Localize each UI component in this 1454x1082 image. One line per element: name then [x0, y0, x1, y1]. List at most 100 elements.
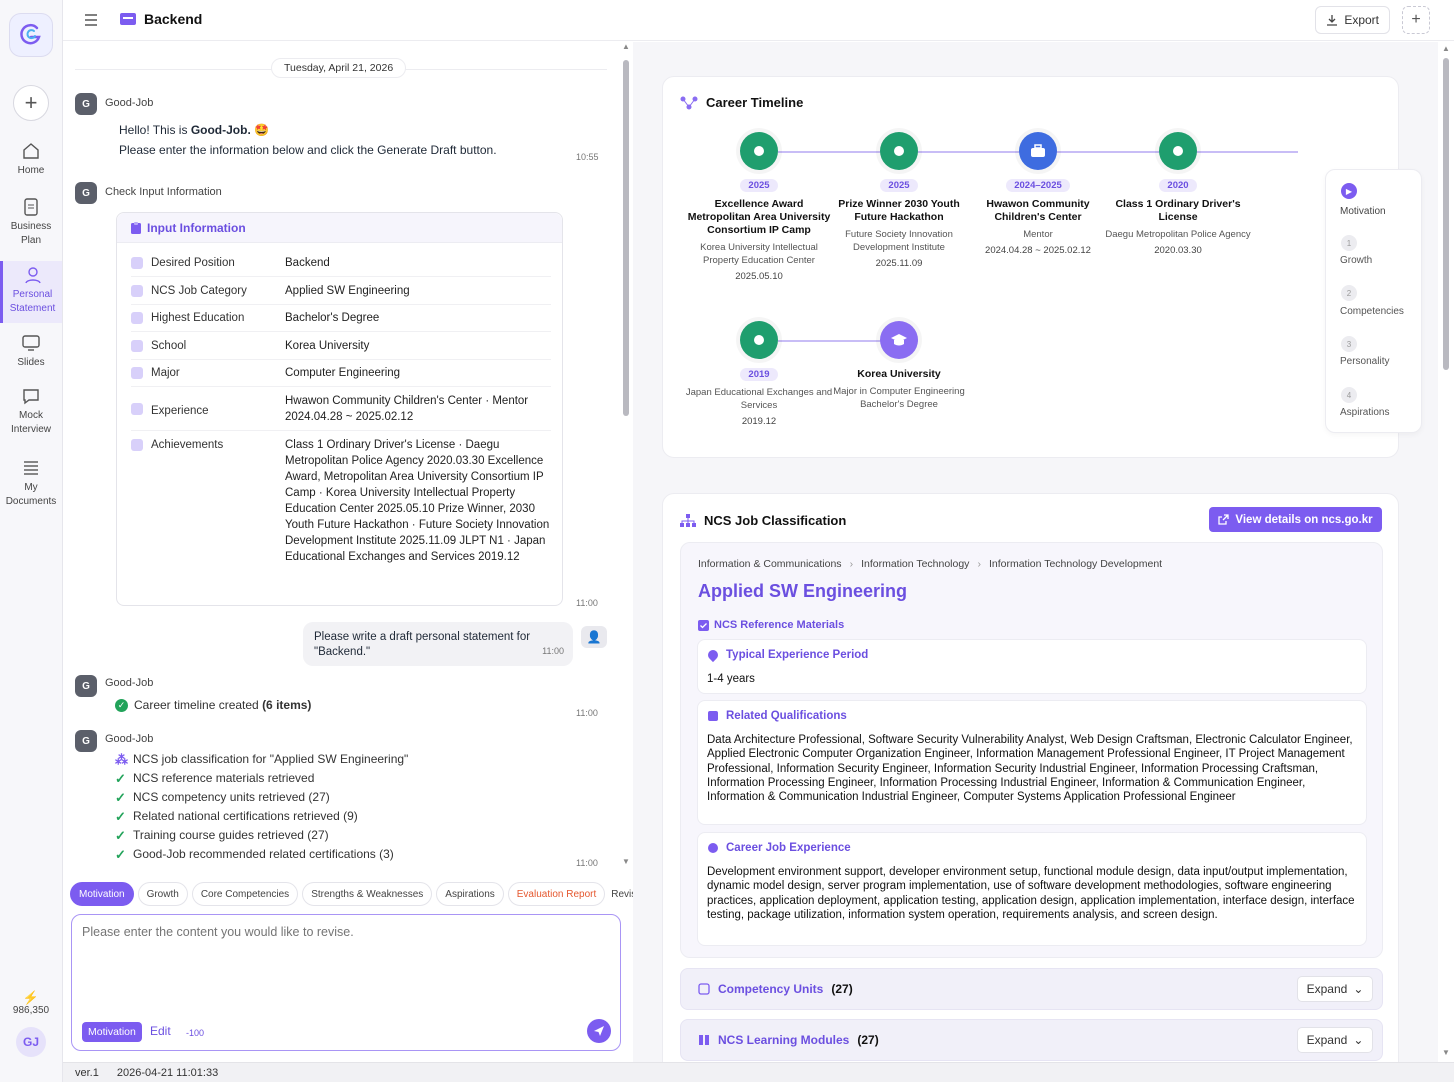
- book-icon: [131, 367, 143, 379]
- tab-core-competencies[interactable]: Core Competencies: [191, 882, 299, 906]
- award-icon: [880, 132, 918, 170]
- message-time: 10:55: [576, 152, 599, 162]
- message-time: 11:00: [576, 858, 598, 868]
- sidebar-item-business-plan[interactable]: Business Plan: [0, 197, 62, 248]
- bot-avatar: G: [75, 730, 97, 752]
- expand-button[interactable]: Expand ⌄: [1297, 1027, 1373, 1053]
- right-scrollbar[interactable]: ▲ ▼: [1438, 42, 1454, 1062]
- section-stepper: ▶ Motivation 1 Growth 2 Competencies 3 P…: [1325, 169, 1422, 433]
- chat-panel: Tuesday, April 21, 2026 G Good-Job Hello…: [63, 42, 632, 872]
- revision-input[interactable]: [82, 925, 602, 995]
- sidebar-item-label: Mock Interview: [10, 410, 51, 435]
- tab-growth[interactable]: Growth: [137, 882, 188, 906]
- chevron-down-icon: ⌄: [1353, 1033, 1364, 1047]
- check-item: ✓ Training course guides retrieved (27): [115, 828, 329, 843]
- experience-icon: [131, 403, 143, 415]
- network-icon: [680, 96, 698, 109]
- timeline-node[interactable]: Korea University Major in Computer Engin…: [824, 321, 974, 411]
- chat-scrollbar[interactable]: ▲ ▼: [620, 42, 632, 872]
- sidebar-item-my-documents[interactable]: My Documents: [0, 458, 62, 509]
- sender-name: Good-Job: [105, 733, 154, 745]
- step-competencies[interactable]: Competencies: [1340, 306, 1404, 317]
- timeline-node[interactable]: 2024–2025 Hwawon Community Children's Ce…: [963, 132, 1113, 256]
- send-button[interactable]: [587, 1019, 611, 1043]
- add-button[interactable]: +: [1402, 6, 1430, 34]
- sidebar-item-home[interactable]: Home: [0, 141, 62, 178]
- timeline-node[interactable]: 2019 Japan Educational Exchanges and Ser…: [684, 321, 834, 427]
- job-title: Applied SW Engineering: [698, 581, 908, 601]
- check-item: ⁂ NCS job classification for "Applied SW …: [115, 752, 409, 767]
- send-icon: [594, 1026, 604, 1036]
- menu-icon[interactable]: [83, 12, 99, 28]
- edit-mode-label[interactable]: Edit: [150, 1024, 171, 1038]
- expand-button[interactable]: Expand ⌄: [1297, 976, 1373, 1002]
- step-motivation[interactable]: Motivation: [1340, 206, 1386, 217]
- right-panel: Career Timeline 2025 Excellence Award Me…: [633, 42, 1439, 1062]
- step-growth[interactable]: Growth: [1340, 255, 1372, 266]
- field-row: Highest Education Bachelor's Degree: [131, 310, 551, 332]
- briefcase-icon: [131, 257, 143, 269]
- section-tabs: Motivation Growth Core Competencies Stre…: [70, 882, 702, 908]
- tab-motivation[interactable]: Motivation: [70, 882, 134, 906]
- certificate-icon: [708, 711, 718, 721]
- export-label: Export: [1344, 13, 1379, 27]
- step-aspirations[interactable]: Aspirations: [1340, 407, 1389, 418]
- message-time: 11:00: [576, 598, 598, 608]
- sidebar-item-mock-interview[interactable]: Mock Interview: [0, 386, 62, 437]
- user-message: Please write a draft personal statement …: [303, 622, 573, 666]
- tab-evaluation-report[interactable]: Evaluation Report: [507, 882, 606, 906]
- learning-modules-accordion[interactable]: NCS Learning Modules (27) Expand ⌄: [680, 1019, 1383, 1061]
- lightning-icon: ⚡: [22, 990, 40, 1005]
- ncs-title: NCS Job Classification: [680, 513, 846, 528]
- step-personality[interactable]: Personality: [1340, 356, 1389, 367]
- checklist-icon: [698, 619, 709, 631]
- new-chat-button[interactable]: +: [13, 85, 49, 121]
- sidebar: + Home Business Plan Personal Statement …: [0, 0, 63, 1082]
- export-button[interactable]: Export: [1315, 6, 1390, 34]
- bot-avatar: G: [75, 93, 97, 115]
- step-dot[interactable]: 3: [1341, 336, 1357, 352]
- char-count: -100: [186, 1028, 205, 1038]
- play-icon[interactable]: ▶: [1341, 183, 1357, 199]
- date-divider: Tuesday, April 21, 2026: [271, 58, 407, 78]
- breadcrumb: Information & Communications › Informatio…: [698, 558, 1163, 570]
- page-title: Backend: [144, 11, 203, 27]
- timeline-node[interactable]: 2025 Prize Winner 2030 Youth Future Hack…: [824, 132, 974, 269]
- document-icon: [24, 198, 38, 216]
- step-dot[interactable]: 1: [1341, 235, 1357, 251]
- ncs-detail-panel: Information & Communications › Informatio…: [680, 542, 1383, 958]
- avatar[interactable]: GJ: [16, 1027, 46, 1057]
- external-link-icon: [1218, 514, 1230, 525]
- check-circle-icon: ✓: [115, 699, 128, 712]
- timeline-node[interactable]: 2020 Class 1 Ordinary Driver's License D…: [1103, 132, 1253, 256]
- sidebar-item-slides[interactable]: Slides: [0, 333, 62, 370]
- tab-strengths-weaknesses[interactable]: Strengths & Weaknesses: [302, 882, 433, 906]
- graduation-cap-icon: [880, 321, 918, 359]
- competency-units-accordion[interactable]: Competency Units (27) Expand ⌄: [680, 968, 1383, 1010]
- experience-period-box: Typical Experience Period 1-4 years: [697, 639, 1367, 694]
- card-header: Input Information: [117, 213, 562, 243]
- field-row: NCS Job Category Applied SW Engineering: [131, 283, 551, 305]
- app-logo[interactable]: [9, 13, 53, 57]
- input-info-card: Input Information Desired Position Backen…: [116, 212, 563, 606]
- step-dot[interactable]: 2: [1341, 285, 1357, 301]
- check-item: ✓ NCS reference materials retrieved: [115, 771, 315, 786]
- view-ncs-details-button[interactable]: View details on ncs.go.kr: [1209, 507, 1382, 532]
- sidebar-item-personal-statement[interactable]: Personal Statement: [0, 261, 62, 323]
- org-chart-icon: [680, 513, 696, 527]
- tab-aspirations[interactable]: Aspirations: [436, 882, 504, 906]
- check-icon: ✓: [115, 790, 126, 805]
- sidebar-item-label: Slides: [17, 357, 45, 368]
- check-icon: ✓: [115, 828, 126, 843]
- timeline-node[interactable]: 2025 Excellence Award Metropolitan Area …: [684, 132, 834, 282]
- chevron-down-icon: ⌄: [1353, 982, 1364, 996]
- person-icon: [24, 267, 41, 284]
- step-dot[interactable]: 4: [1341, 387, 1357, 403]
- related-qualifications-box: Related Qualifications Data Architecture…: [697, 700, 1367, 825]
- section-tag[interactable]: Motivation: [82, 1022, 142, 1042]
- revision-input-box: Motivation Edit -100: [71, 914, 621, 1051]
- version-label: ver.1: [75, 1066, 99, 1079]
- bot-avatar: G: [75, 182, 97, 204]
- check-item: ✓ Related national certifications retriev…: [115, 809, 358, 824]
- page-title-wrap: Backend: [120, 11, 202, 27]
